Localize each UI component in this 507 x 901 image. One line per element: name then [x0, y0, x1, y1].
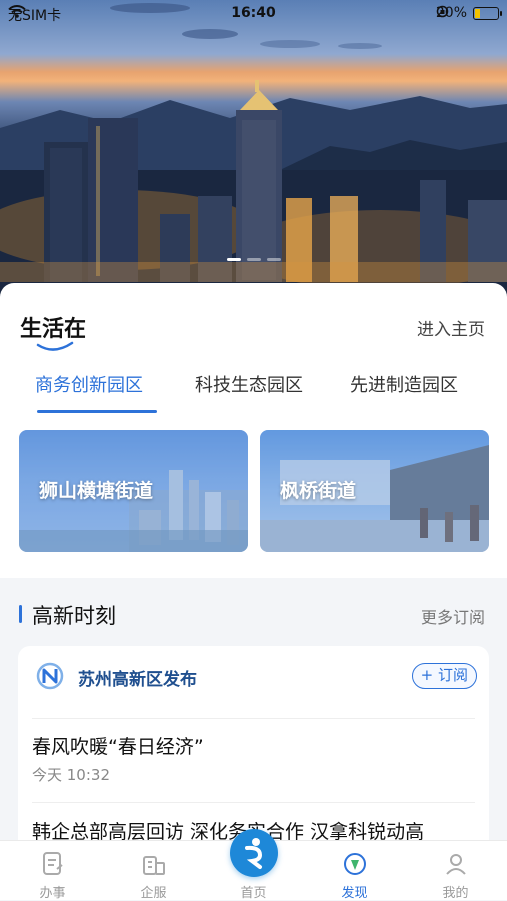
- life-in-card: 生活在 进入主页 商务创新园区 科技生态园区 先进制造园区 狮山横塘街道 枫桥街…: [0, 283, 507, 578]
- street-label: 狮山横塘街道: [39, 480, 154, 502]
- building-icon: [142, 856, 165, 875]
- publisher-name[interactable]: 苏州高新区发布: [78, 665, 197, 690]
- section-accent-bar: [19, 605, 22, 623]
- banner-page-indicator: [0, 258, 507, 261]
- section-title: 高新时刻: [32, 604, 116, 628]
- nav-label: 我的: [442, 886, 469, 901]
- active-tab-indicator: [37, 410, 157, 413]
- nav-label: 首页: [240, 886, 267, 901]
- life-title: 生活在: [20, 317, 87, 342]
- orientation-lock-icon: [436, 5, 449, 18]
- nav-label: 发现: [341, 886, 368, 901]
- street-label: 枫桥街道: [280, 480, 357, 502]
- document-icon: [42, 852, 63, 875]
- article-title[interactable]: 春风吹暖“春日经济”: [32, 732, 204, 759]
- nav-label: 企服: [140, 886, 167, 901]
- nav-item-home[interactable]: 首页: [203, 829, 304, 901]
- subscribe-button[interactable]: + 订阅: [411, 663, 477, 689]
- banner-dot[interactable]: [226, 258, 241, 261]
- nav-item-enterprise[interactable]: 企服: [103, 841, 204, 901]
- nav-item-services[interactable]: 办事: [2, 841, 103, 901]
- city-skyline-image: [0, 3, 507, 300]
- home-logo-icon: [229, 829, 278, 877]
- street-card-shishan-hengtang[interactable]: 狮山横塘街道: [19, 430, 248, 552]
- banner-dot[interactable]: [246, 258, 261, 261]
- user-icon: [445, 854, 466, 875]
- compass-icon: [343, 853, 366, 875]
- nav-item-mine[interactable]: 我的: [405, 841, 506, 901]
- street-card-fengqiao[interactable]: 枫桥街道: [260, 430, 489, 552]
- title-swoosh-icon: [36, 341, 74, 351]
- park-tabs: 商务创新园区 科技生态园区 先进制造园区: [0, 371, 507, 411]
- nav-item-discover[interactable]: 发现: [304, 841, 405, 901]
- banner-dot[interactable]: [266, 258, 281, 261]
- status-bar: 无SIM卡 16:40 20%: [0, 0, 507, 28]
- city-banner[interactable]: 无SIM卡 16:40 20%: [0, 0, 507, 300]
- tab-business-innovation-park[interactable]: 商务创新园区: [35, 371, 143, 397]
- clock: 16:40: [231, 5, 276, 21]
- nav-label: 办事: [39, 886, 66, 901]
- divider: [32, 718, 475, 719]
- bottom-nav: 办事 企服 首页 发现 我的: [0, 829, 507, 901]
- divider: [32, 802, 475, 803]
- tab-tech-ecology-park[interactable]: 科技生态园区: [195, 371, 303, 397]
- publisher-logo-icon: [36, 662, 64, 690]
- tab-advanced-manufacturing-park[interactable]: 先进制造园区: [350, 371, 458, 397]
- battery-icon: [473, 6, 502, 20]
- more-subscriptions-link[interactable]: 更多订阅: [421, 604, 485, 628]
- enter-homepage-link[interactable]: 进入主页: [417, 315, 485, 340]
- article-time: 今天 10:32: [32, 766, 110, 784]
